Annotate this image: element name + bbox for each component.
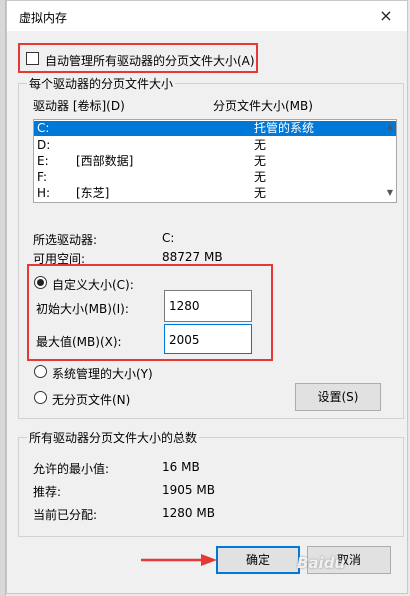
- drives-group-legend: 每个驱动器的分页文件大小: [27, 75, 176, 92]
- drive-list[interactable]: C: 托管的系统 D: 无 E: [西部数据] 无 F: 无 H: [东芝] 无…: [33, 119, 397, 203]
- initial-size-label: 初始大小(MB)(I):: [36, 302, 129, 316]
- free-space-value: 88727 MB: [162, 250, 223, 264]
- max-size-label: 最大值(MB)(X):: [36, 335, 122, 349]
- drive-letter: C:: [37, 121, 50, 135]
- min-allowed-value: 16 MB: [162, 460, 200, 474]
- custom-size-label[interactable]: 自定义大小(C):: [52, 276, 134, 293]
- drive-row[interactable]: E: [西部数据] 无: [34, 154, 396, 169]
- drive-row[interactable]: C: 托管的系统: [34, 121, 396, 136]
- title-bar: 虚拟内存 ×: [7, 1, 407, 31]
- drive-row[interactable]: H: [东芝] 无: [34, 186, 396, 201]
- drive-paging-size: 无: [254, 186, 267, 200]
- close-icon[interactable]: ×: [375, 5, 397, 27]
- currently-allocated-label: 当前已分配:: [33, 508, 98, 522]
- drive-paging-size: 无: [254, 154, 267, 168]
- paging-size-column-header: 分页文件大小(MB): [213, 99, 313, 113]
- drive-row[interactable]: D: 无: [34, 138, 396, 153]
- auto-manage-highlight: [18, 43, 258, 73]
- virtual-memory-dialog: 虚拟内存 × 自动管理所有驱动器的分页文件大小(A) 每个驱动器的分页文件大小 …: [6, 0, 408, 594]
- totals-group-legend: 所有驱动器分页文件大小的总数: [27, 429, 200, 446]
- drive-letter: H:: [37, 186, 51, 200]
- scroll-up-icon[interactable]: ▲: [384, 122, 396, 134]
- window-title: 虚拟内存: [19, 11, 68, 25]
- drive-paging-size: 托管的系统: [254, 121, 315, 135]
- currently-allocated-value: 1280 MB: [162, 506, 215, 520]
- system-managed-radio[interactable]: [34, 365, 47, 378]
- selected-drive-value: C:: [162, 231, 175, 245]
- drive-letter: F:: [37, 170, 48, 184]
- drive-paging-size: 无: [254, 170, 267, 184]
- drive-volume-label: [西部数据]: [76, 154, 134, 168]
- watermark-text: Baidu: [297, 554, 346, 572]
- system-managed-label[interactable]: 系统管理的大小(Y): [52, 365, 153, 382]
- drive-volume-label: [东芝]: [76, 186, 110, 200]
- no-paging-file-radio[interactable]: [34, 391, 47, 404]
- drive-letter: D:: [37, 138, 51, 152]
- annotation-arrow-icon: [141, 554, 217, 566]
- drive-letter: E:: [37, 154, 49, 168]
- drive-column-header: 驱动器 [卷标](D): [33, 99, 125, 113]
- max-size-input[interactable]: 2005: [164, 324, 252, 354]
- drive-paging-size: 无: [254, 138, 267, 152]
- selected-drive-label: 所选驱动器:: [33, 233, 98, 247]
- min-allowed-label: 允许的最小值:: [33, 462, 110, 476]
- ok-button[interactable]: 确定: [216, 546, 300, 574]
- custom-size-radio[interactable]: [34, 276, 47, 289]
- recommended-value: 1905 MB: [162, 483, 215, 497]
- recommended-label: 推荐:: [33, 485, 62, 499]
- drive-row[interactable]: F: 无: [34, 170, 396, 185]
- initial-size-input[interactable]: 1280: [164, 290, 252, 322]
- scroll-down-icon[interactable]: ▼: [384, 188, 396, 200]
- no-paging-file-label[interactable]: 无分页文件(N): [52, 391, 130, 408]
- set-button[interactable]: 设置(S): [295, 383, 381, 411]
